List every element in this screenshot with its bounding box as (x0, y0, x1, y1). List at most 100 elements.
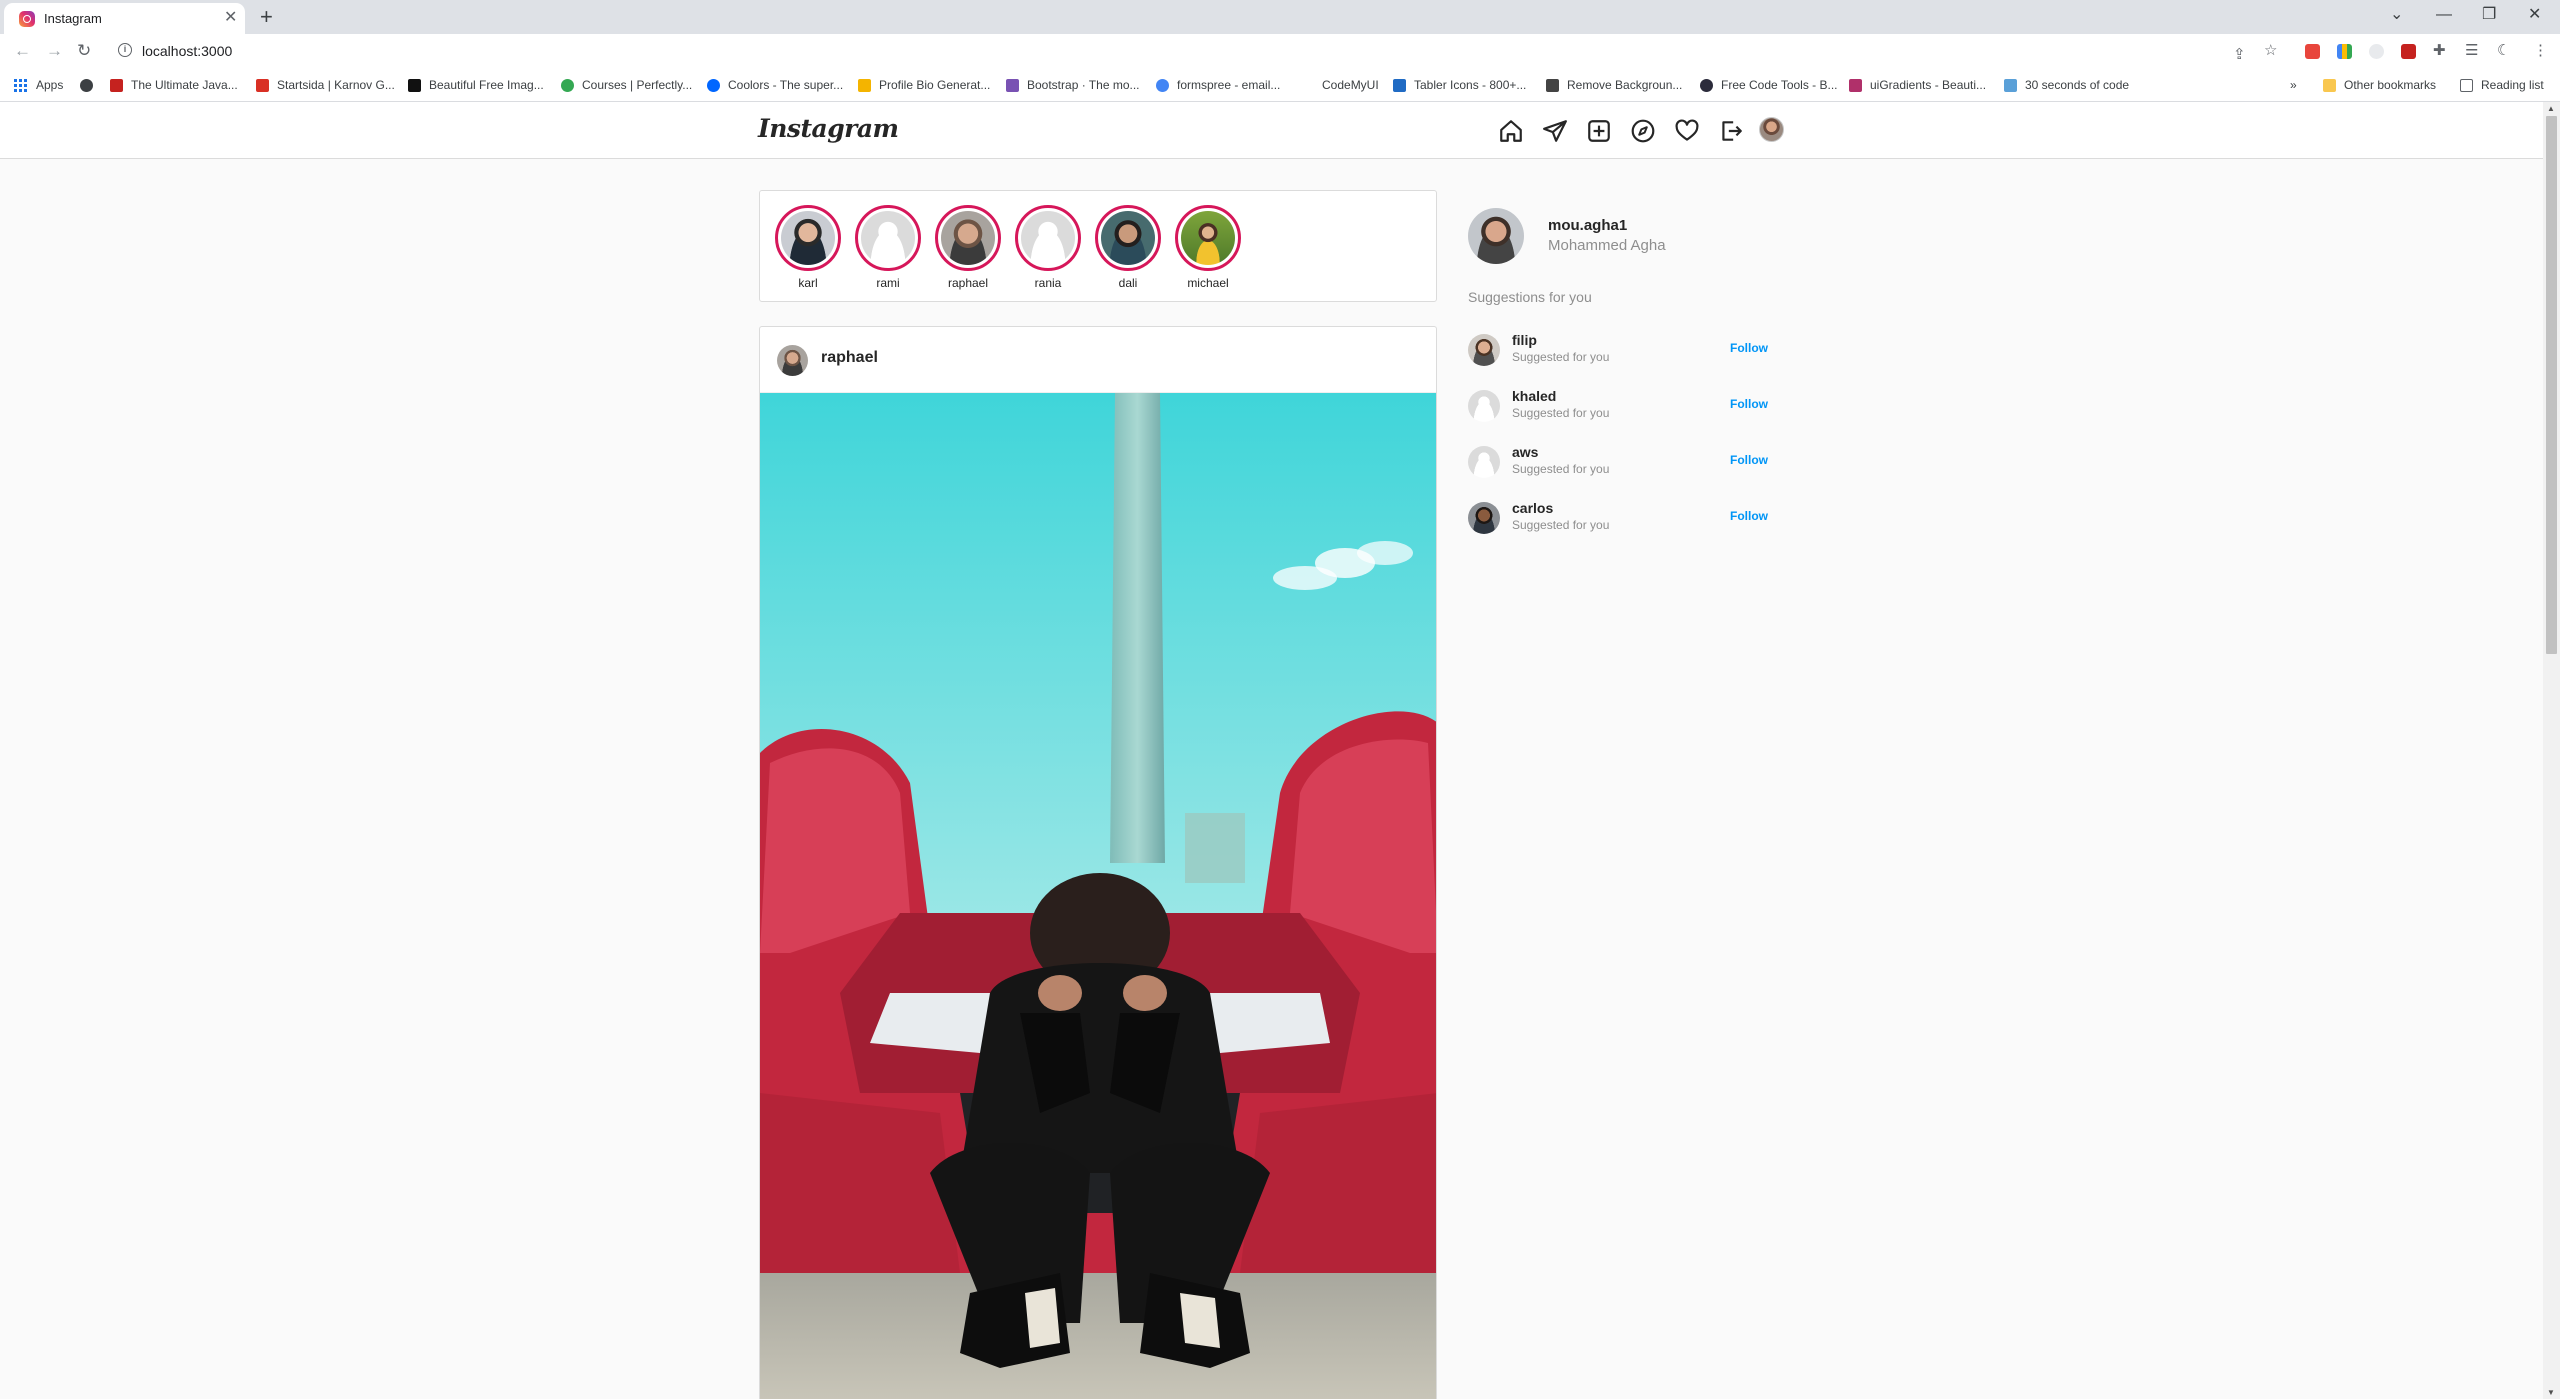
chrome-menu-icon[interactable]: ⋮ (2533, 42, 2548, 60)
home-icon[interactable] (1498, 118, 1524, 144)
extension-clock-icon[interactable] (2369, 44, 2384, 59)
instagram-logo[interactable]: Instagram (758, 114, 899, 143)
bookmark-item[interactable]: Beautiful Free Imag... (408, 77, 544, 93)
tab-title: Instagram (44, 11, 102, 26)
post-author-avatar[interactable] (777, 345, 808, 376)
bookmark-item[interactable]: Profile Bio Generat... (858, 77, 990, 93)
bookmarks-overflow-icon[interactable]: » (2290, 77, 2297, 93)
post-image[interactable] (760, 393, 1436, 1399)
suggestion-username[interactable]: filip (1512, 332, 1537, 348)
bookmark-item[interactable]: Coolors - The super... (707, 77, 843, 93)
follow-button[interactable]: Follow (1730, 509, 1768, 523)
bookmark-item[interactable] (80, 77, 101, 93)
bookmark-item[interactable]: Remove Backgroun... (1546, 77, 1682, 93)
reading-queue-icon[interactable]: ☰ (2465, 42, 2478, 60)
story-item[interactable]: rania (1014, 205, 1082, 290)
bookmark-label: Bootstrap · The mo... (1027, 78, 1140, 92)
restore-button[interactable]: ❐ (2482, 4, 2496, 26)
story-username: michael (1187, 276, 1229, 290)
bookmark-item[interactable]: formspree - email... (1156, 77, 1280, 93)
story-item[interactable]: michael (1174, 205, 1242, 290)
bookmark-label: CodeMyUI (1322, 78, 1379, 92)
bookmark-item[interactable]: Free Code Tools - B... (1700, 77, 1838, 93)
uigradients-icon (1849, 78, 1862, 92)
bookmark-item[interactable]: The Ultimate Java... (110, 77, 238, 93)
reading-list[interactable]: Reading list (2460, 77, 2544, 93)
bookmark-item[interactable]: Startsida | Karnov G... (256, 77, 395, 93)
bookmark-item[interactable]: 30 seconds of code (2004, 77, 2129, 93)
bookmark-label: 30 seconds of code (2025, 78, 2130, 92)
follow-button[interactable]: Follow (1730, 341, 1768, 355)
new-post-icon[interactable] (1586, 118, 1612, 144)
forward-icon[interactable]: → (46, 40, 63, 62)
bookmark-item[interactable]: uiGradients - Beauti... (1849, 77, 1986, 93)
address-bar[interactable]: i localhost:3000 ⇪ (110, 38, 2250, 64)
apps-grid-icon (14, 78, 27, 92)
bootstrap-icon (1006, 78, 1019, 92)
follow-button[interactable]: Follow (1730, 453, 1768, 467)
minimize-button[interactable]: — (2436, 4, 2452, 26)
browser-tabstrip: Instagram ✕ + ⌄ — ❐ ✕ (0, 0, 2560, 34)
suggestion-row: aws Suggested for you Follow (1468, 440, 1768, 480)
direct-message-icon[interactable] (1542, 118, 1568, 144)
bookmark-star-icon[interactable]: ☆ (2264, 42, 2277, 60)
unsplash-icon (408, 78, 421, 92)
scrollbar-thumb[interactable] (2546, 116, 2557, 654)
profile-icon[interactable]: ☾ (2497, 42, 2510, 60)
back-icon[interactable]: ← (14, 40, 31, 62)
bookmark-item[interactable]: Courses | Perfectly... (561, 77, 692, 93)
tabler-icon (1393, 78, 1406, 92)
scroll-up-icon[interactable]: ▲ (2547, 104, 2555, 113)
suggestion-avatar[interactable] (1468, 334, 1500, 366)
follow-button[interactable]: Follow (1730, 397, 1768, 411)
bookmark-item[interactable]: Apps (14, 77, 63, 93)
suggestion-username[interactable]: khaled (1512, 388, 1556, 404)
share-icon[interactable]: ⇪ (2233, 46, 2246, 64)
profile-avatar[interactable] (1759, 117, 1784, 142)
suggestion-avatar[interactable] (1468, 502, 1500, 534)
suggestion-username[interactable]: aws (1512, 444, 1538, 460)
spark-icon (858, 78, 871, 92)
extension-save-icon[interactable] (2401, 44, 2416, 59)
close-window-button[interactable]: ✕ (2528, 4, 2541, 26)
tab-close-icon[interactable]: ✕ (224, 9, 237, 27)
browser-tab-instagram[interactable]: Instagram ✕ (4, 3, 245, 34)
tab-search-icon[interactable]: ⌄ (2390, 4, 2403, 26)
site-info-icon[interactable]: i (118, 43, 132, 57)
bookmark-label: Tabler Icons - 800+... (1414, 78, 1527, 92)
reload-icon[interactable]: ↻ (77, 40, 91, 62)
bookmark-item[interactable]: CodeMyUI (1322, 77, 1379, 93)
address-url[interactable]: localhost:3000 (142, 43, 232, 59)
feed-post: raphael (759, 326, 1437, 1399)
page-scrollbar[interactable]: ▲ ▼ (2543, 102, 2560, 1399)
suggestion-avatar[interactable] (1468, 390, 1500, 422)
bookmark-label: uiGradients - Beauti... (1870, 78, 1987, 92)
extension-colorpicker-icon[interactable] (2337, 44, 2352, 59)
extensions-puzzle-icon[interactable]: ✚ (2433, 42, 2446, 60)
story-item[interactable]: dali (1094, 205, 1162, 290)
explore-compass-icon[interactable] (1630, 118, 1656, 144)
reading-list-icon (2460, 78, 2473, 92)
current-user-avatar[interactable] (1468, 208, 1524, 264)
logout-icon[interactable] (1718, 118, 1744, 144)
stories-tray: karl rami raphael rania dali michael (759, 190, 1437, 302)
extension-acrobat-icon[interactable] (2305, 44, 2320, 59)
bookmark-item[interactable]: Bootstrap · The mo... (1006, 77, 1140, 93)
other-bookmarks[interactable]: Other bookmarks (2323, 77, 2436, 93)
bookmark-item[interactable]: Tabler Icons - 800+... (1393, 77, 1526, 93)
story-item[interactable]: karl (774, 205, 842, 290)
post-photo (760, 393, 1436, 1399)
bookmark-label: Apps (36, 78, 64, 92)
suggestion-subtitle: Suggested for you (1512, 462, 1610, 476)
current-user-username[interactable]: mou.agha1 (1548, 217, 1627, 234)
story-item[interactable]: rami (854, 205, 922, 290)
post-author-username[interactable]: raphael (821, 349, 878, 367)
story-item[interactable]: raphael (934, 205, 1002, 290)
suggestion-username[interactable]: carlos (1512, 500, 1553, 516)
story-ring (775, 205, 841, 271)
new-tab-button[interactable]: + (260, 4, 273, 30)
suggestion-avatar[interactable] (1468, 446, 1500, 478)
scroll-down-icon[interactable]: ▼ (2547, 1388, 2555, 1397)
bookmark-label: Profile Bio Generat... (879, 78, 991, 92)
activity-heart-icon[interactable] (1674, 118, 1700, 144)
